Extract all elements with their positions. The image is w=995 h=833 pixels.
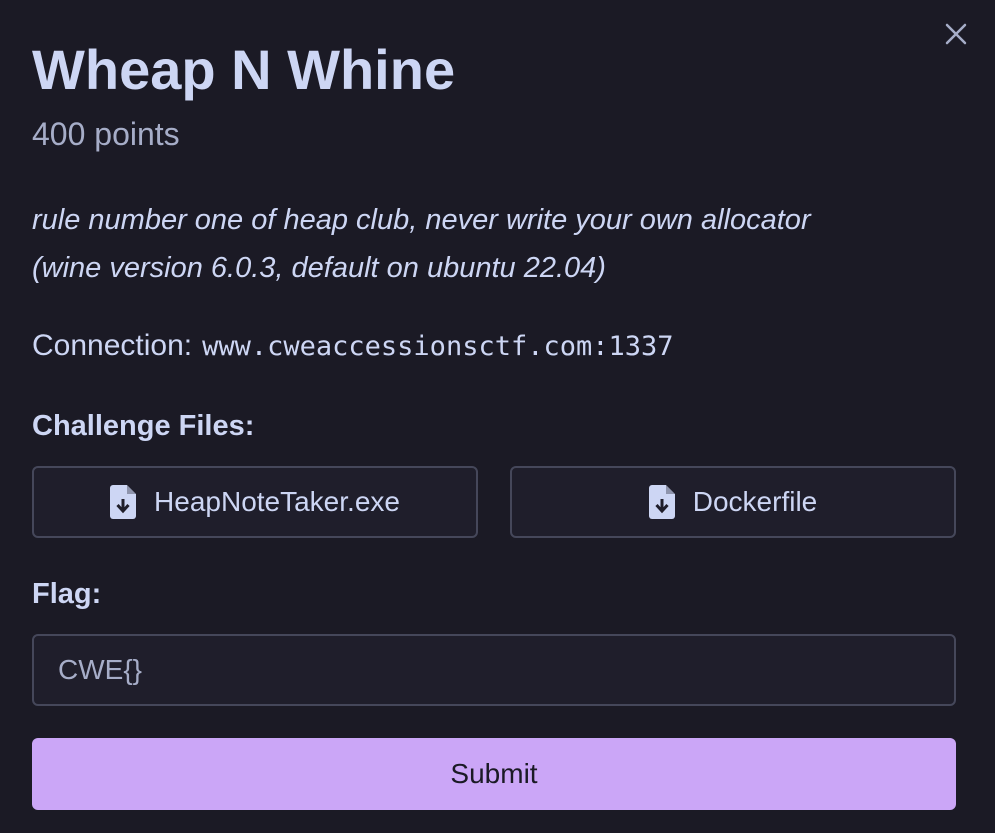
close-button[interactable] (940, 18, 972, 50)
file-download-icon (648, 485, 675, 519)
flag-input[interactable] (32, 634, 956, 706)
challenge-points: 400 points (32, 116, 180, 152)
file-name: HeapNoteTaker.exe (154, 486, 400, 517)
challenge-description: rule number one of heap club, never writ… (32, 196, 952, 292)
download-dockerfile-button[interactable]: Dockerfile (510, 466, 956, 538)
challenge-files-label: Challenge Files: (32, 410, 255, 442)
connection-address: www.cweaccessionsctf.com:1337 (202, 331, 674, 362)
close-icon (945, 23, 967, 45)
challenge-modal: Wheap N Whine 400 points rule number one… (0, 0, 995, 833)
connection-info: Connection: www.cweaccessionsctf.com:1337 (32, 325, 674, 368)
flag-label: Flag: (32, 578, 102, 610)
challenge-title: Wheap N Whine (32, 38, 456, 101)
download-heapnotetaker-button[interactable]: HeapNoteTaker.exe (32, 466, 478, 538)
file-name: Dockerfile (692, 486, 818, 517)
file-download-icon (110, 485, 137, 519)
description-line: rule number one of heap club, never writ… (32, 204, 811, 236)
description-line: (wine version 6.0.3, default on ubuntu 2… (32, 252, 606, 284)
connection-label: Connection: (32, 329, 193, 362)
submit-button[interactable]: Submit (32, 738, 956, 810)
